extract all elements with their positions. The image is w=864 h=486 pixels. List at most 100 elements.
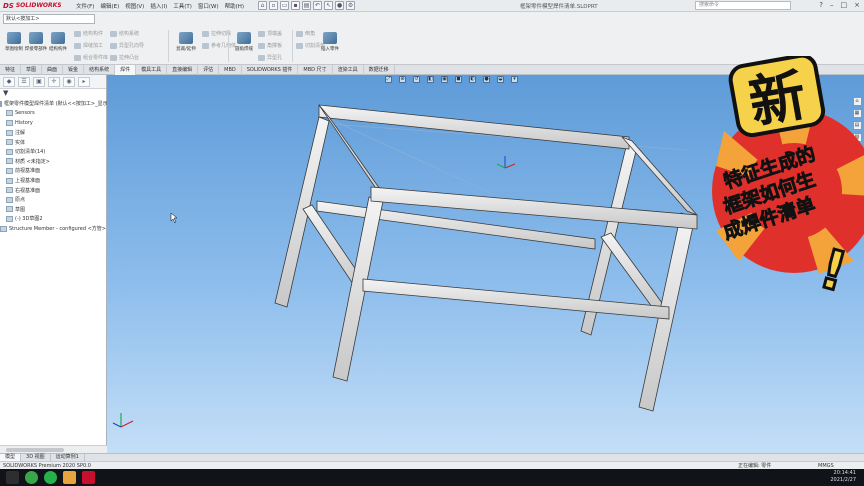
ribbon-disabled-item-6[interactable]: 拉伸凸台 <box>110 54 139 61</box>
tree-item-annotations[interactable]: 注解 <box>0 128 106 138</box>
weldment-button[interactable]: 焊接零部件 <box>24 32 48 52</box>
tab-model[interactable]: 模型 <box>0 454 22 461</box>
search-input[interactable]: 搜索命令 <box>695 1 791 10</box>
tree-item-sensors[interactable]: Sensors <box>0 109 106 119</box>
insert-part-button[interactable]: 插入零件 <box>318 32 342 52</box>
tree-item-part[interactable]: 框架零件模型焊件清单 (默认<<按加工>_显示状态 1>) <box>0 99 129 109</box>
tab-features[interactable]: 特征 <box>0 65 22 75</box>
fillet-bead-button[interactable]: 圆角焊缝 <box>232 32 256 52</box>
menu-view[interactable]: 视图(V) <box>125 2 144 10</box>
ribbon-disabled-item-3[interactable]: 组合零件库 <box>74 54 108 61</box>
frame-beam-mid-front[interactable] <box>362 278 670 320</box>
tree-item-structure-member[interactable]: Structure Member - configured <方管> <box>0 224 106 234</box>
maximize-button[interactable]: □ <box>841 1 848 9</box>
feature-manager-tab-icon[interactable]: ◆ <box>3 76 15 87</box>
ribbon-disabled-item-5[interactable]: 异型孔向导 <box>110 42 144 49</box>
menu-insert[interactable]: 插入(I) <box>150 2 167 10</box>
sketch-icon <box>7 32 21 44</box>
display-manager-tab-icon[interactable]: ◉ <box>63 76 75 87</box>
ribbon-disabled-item-10[interactable]: 倒角 <box>296 30 315 37</box>
frame-leg-back-left[interactable] <box>274 116 330 308</box>
tree-item-history[interactable]: History <box>0 118 106 128</box>
ribbon-disabled-item-9[interactable]: 异型孔 <box>258 54 282 61</box>
print-icon[interactable]: ▤ <box>302 1 312 10</box>
minimize-button[interactable]: – <box>830 1 834 9</box>
annotations-icon <box>6 129 13 136</box>
ribbon-disabled-item-8[interactable]: 参考几何体 <box>202 42 236 49</box>
gusset-button[interactable]: 角撑板 <box>258 42 282 49</box>
ribbon-disabled-item-7[interactable]: 拉伸切除 <box>202 30 231 37</box>
select-icon[interactable]: ↖ <box>324 1 334 10</box>
ribbon-disabled-item-2[interactable]: 焊缝加工 <box>74 42 103 49</box>
tab-sketch[interactable]: 草图 <box>21 65 43 75</box>
cut-list-icon <box>6 148 13 155</box>
history-icon <box>6 119 13 126</box>
options-icon[interactable]: ⚙ <box>346 1 356 10</box>
tab-evaluate[interactable]: 评估 <box>198 65 220 75</box>
tree-item-origin[interactable]: 原点 <box>0 195 106 205</box>
tree-item-front-plane[interactable]: 前视基准面 <box>0 166 106 176</box>
menu-window[interactable]: 窗口(W) <box>198 2 219 10</box>
ribbon-disabled-item-4[interactable]: 结构系统 <box>110 30 139 37</box>
scrollbar-thumb[interactable] <box>6 448 64 452</box>
extrude-icon <box>110 54 117 61</box>
sketch-button[interactable]: 草图绘制 <box>2 32 26 52</box>
undo-icon[interactable]: ↶ <box>313 1 323 10</box>
tab-render-tools[interactable]: 渲染工具 <box>333 65 364 75</box>
chamfer-icon <box>296 30 303 37</box>
open-file-icon[interactable]: ▭ <box>280 1 290 10</box>
property-manager-tab-icon[interactable]: ☰ <box>18 76 30 87</box>
more-tabs-icon[interactable]: ▸ <box>78 76 90 87</box>
tab-sheet-metal[interactable]: 钣金 <box>63 65 85 75</box>
tab-mbd-dimensions[interactable]: MBD 尺寸 <box>298 65 333 75</box>
solidworks-taskbar-icon[interactable] <box>82 471 95 484</box>
menu-edit[interactable]: 编辑(E) <box>100 2 119 10</box>
solidworks-logo[interactable]: DS SOLIDWORKS <box>0 0 62 12</box>
configuration-selector[interactable]: 默认<按加工> <box>3 14 95 24</box>
trim-extend-button[interactable]: 剪裁/延伸 <box>174 32 198 52</box>
menu-file[interactable]: 文件(F) <box>76 2 94 10</box>
tab-data-migration[interactable]: 数据迁移 <box>364 65 395 75</box>
status-units[interactable]: MMGS <box>818 463 834 469</box>
tab-weldments[interactable]: 焊件 <box>115 65 137 75</box>
tree-item-material[interactable]: 材质 <未指定> <box>0 157 106 167</box>
browser-icon[interactable] <box>25 471 38 484</box>
tree-item-cut-list[interactable]: 切割清单(14) <box>0 147 106 157</box>
windows-start-icon[interactable] <box>6 471 19 484</box>
tree-item-sketch[interactable]: 草图 <box>0 205 106 215</box>
file-explorer-icon[interactable] <box>63 471 76 484</box>
configuration-manager-tab-icon[interactable]: ▣ <box>33 76 45 87</box>
tree-item-top-plane[interactable]: 上视基准面 <box>0 176 106 186</box>
wechat-icon[interactable] <box>44 471 57 484</box>
tab-motion-study[interactable]: 运动算例1 <box>51 454 85 461</box>
home-icon[interactable]: ⌂ <box>258 1 268 10</box>
new-file-icon[interactable]: ▫ <box>269 1 279 10</box>
structure-member-button[interactable]: 结构构件 <box>46 32 70 52</box>
tab-surfaces[interactable]: 曲面 <box>42 65 64 75</box>
tree-item-3d-sketch[interactable]: (-) 3D草图2 <box>0 214 106 224</box>
tab-mbd[interactable]: MBD <box>219 65 242 75</box>
filter-icon[interactable]: ▼ <box>0 89 106 99</box>
close-button[interactable]: × <box>854 1 860 9</box>
tab-3d-views[interactable]: 3D 视图 <box>21 454 51 461</box>
menu-help[interactable]: 帮助(H) <box>225 2 244 10</box>
help-icon[interactable]: ? <box>819 1 823 9</box>
menu-tools[interactable]: 工具(T) <box>173 2 192 10</box>
tab-structure-system[interactable]: 结构系统 <box>84 65 116 75</box>
material-icon <box>6 158 13 165</box>
tree-item-right-plane[interactable]: 右视基准面 <box>0 185 106 195</box>
ribbon-disabled-item-1[interactable]: 结构构件 <box>74 30 103 37</box>
tree-item-solid-bodies[interactable]: 实体 <box>0 137 106 147</box>
horizontal-scrollbar[interactable] <box>0 445 107 453</box>
tab-direct-editing[interactable]: 直接编辑 <box>167 65 199 75</box>
tab-mold-tools[interactable]: 模具工具 <box>136 65 168 75</box>
tab-addins[interactable]: SOLIDWORKS 插件 <box>242 65 299 75</box>
status-version: SOLIDWORKS Premium 2020 SP0.0 <box>3 462 91 469</box>
frame-beam-top-right[interactable] <box>621 136 698 216</box>
end-cap-button[interactable]: 顶端盖 <box>258 30 282 37</box>
save-icon[interactable]: ▪ <box>291 1 301 10</box>
dimxpert-tab-icon[interactable]: ✛ <box>48 76 60 87</box>
frame-beam-mid-right[interactable] <box>600 232 666 312</box>
frame-beam-top-back[interactable] <box>318 104 630 150</box>
rebuild-icon[interactable]: ● <box>335 1 345 10</box>
